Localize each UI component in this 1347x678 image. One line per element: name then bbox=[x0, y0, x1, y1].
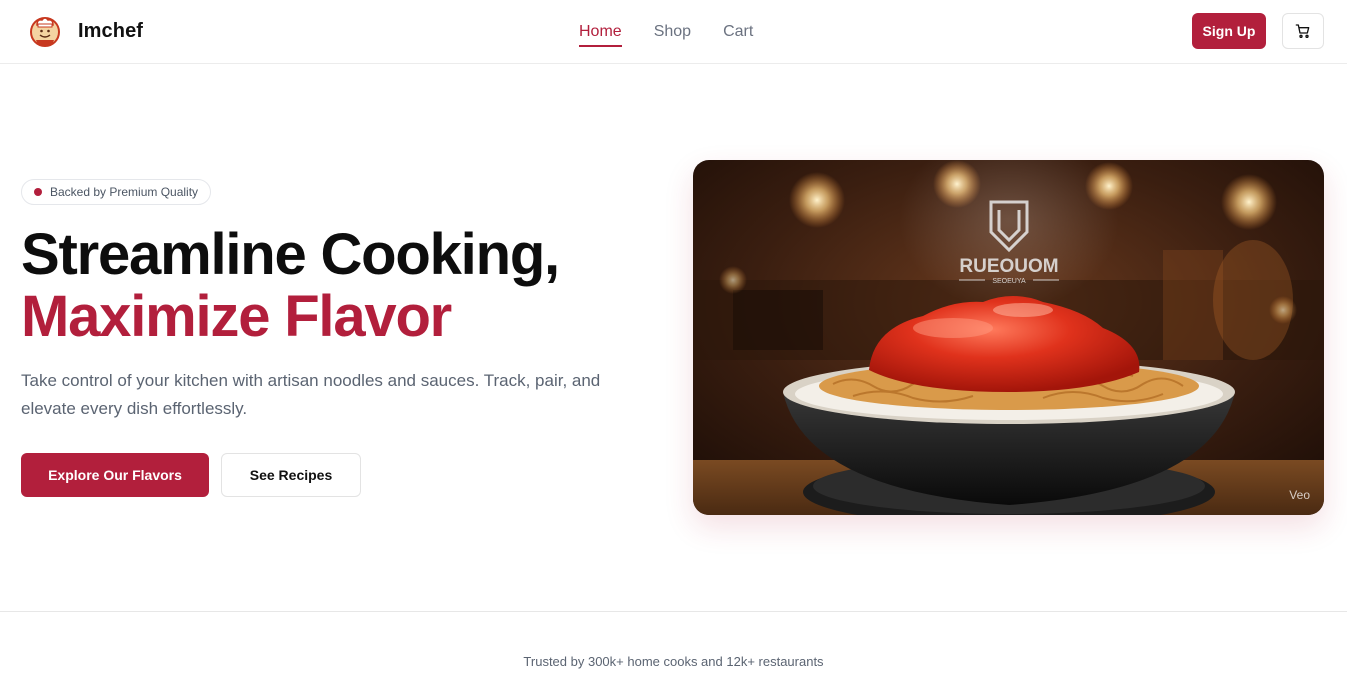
svg-text:RUEOUOM: RUEOUOM bbox=[959, 256, 1058, 277]
svg-text:SEOEUYA: SEOEUYA bbox=[992, 278, 1026, 285]
badge-label: Backed by Premium Quality bbox=[50, 185, 199, 199]
nav-shop[interactable]: Shop bbox=[654, 0, 691, 64]
section-divider bbox=[0, 611, 1347, 612]
explore-flavors-button[interactable]: Explore Our Flavors bbox=[21, 453, 209, 497]
quality-badge: Backed by Premium Quality bbox=[21, 179, 212, 205]
cart-button[interactable] bbox=[1282, 13, 1324, 49]
trust-statement: Trusted by 300k+ home cooks and 12k+ res… bbox=[523, 654, 824, 669]
nav-home[interactable]: Home bbox=[579, 0, 622, 64]
headline-line-2: Maximize Flavor bbox=[21, 284, 452, 349]
noodle-bowl-illustration: RUEOUOM SEOEUYA bbox=[693, 160, 1324, 515]
hero-food-image: RUEOUOM SEOEUYA Veo bbox=[693, 160, 1324, 515]
site-header: Imchef Home Shop Cart Sign Up bbox=[0, 0, 1347, 64]
main-nav: Home Shop Cart bbox=[579, 0, 753, 64]
badge-dot-icon bbox=[34, 188, 42, 196]
brand-name: Imchef bbox=[78, 19, 144, 42]
hero-headline: Streamline Cooking, Maximize Flavor bbox=[21, 224, 661, 348]
cart-icon bbox=[1295, 24, 1310, 38]
brand[interactable]: Imchef bbox=[28, 14, 143, 48]
sign-up-button[interactable]: Sign Up bbox=[1192, 13, 1266, 49]
veo-watermark: Veo bbox=[1289, 488, 1310, 502]
see-recipes-button[interactable]: See Recipes bbox=[221, 453, 361, 497]
headline-line-1: Streamline Cooking, bbox=[21, 222, 560, 287]
chef-logo-icon bbox=[30, 17, 60, 47]
nav-cart[interactable]: Cart bbox=[723, 0, 753, 64]
hero-subtext: Take control of your kitchen with artisa… bbox=[21, 371, 601, 418]
